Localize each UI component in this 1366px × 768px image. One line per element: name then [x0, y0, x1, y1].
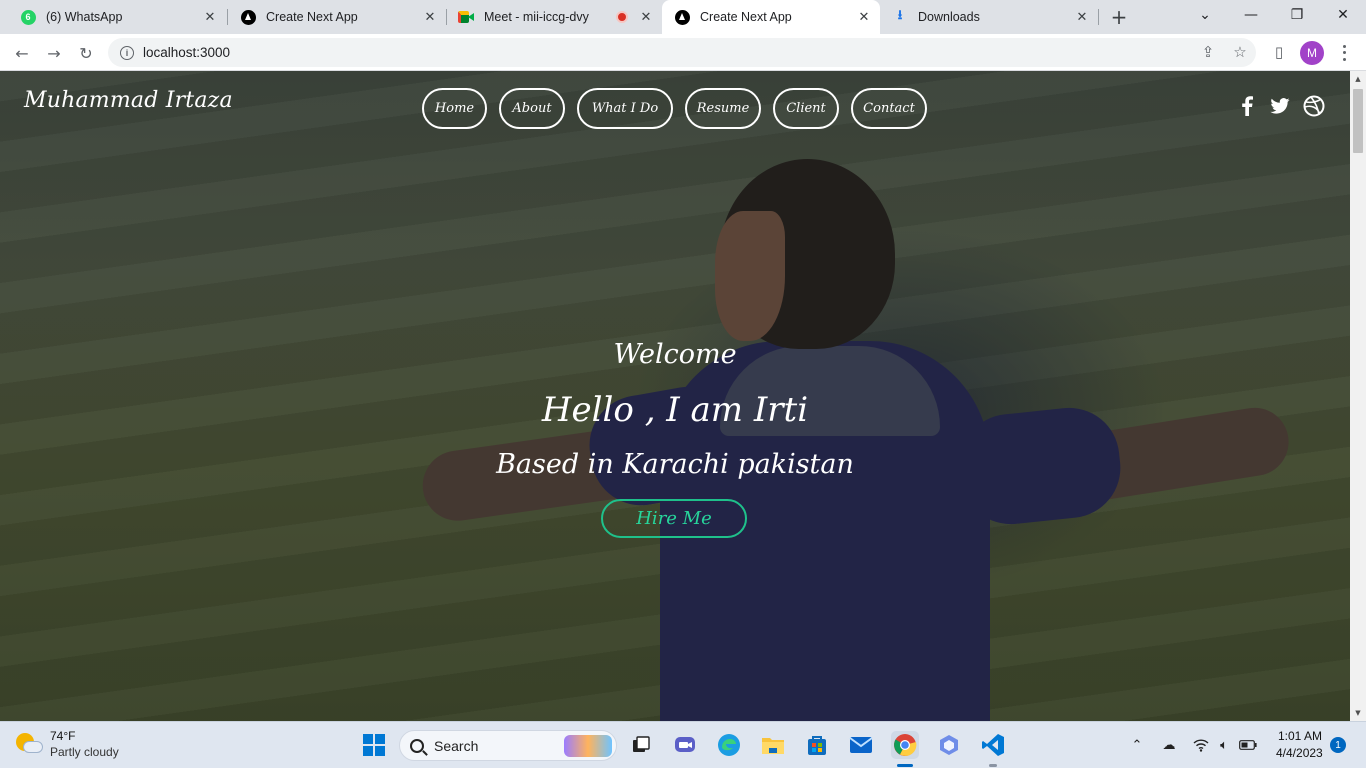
volume-icon[interactable]: 🔈︎ [1214, 735, 1234, 755]
reload-icon[interactable]: ↻ [74, 41, 98, 65]
start-button[interactable] [360, 731, 388, 759]
running-app-indicator [989, 764, 997, 767]
taskbar-date[interactable]: 4/4/2023 [1276, 746, 1323, 760]
download-icon: ⭳ [897, 7, 903, 22]
address-text[interactable]: localhost:3000 [143, 45, 230, 60]
tab-meet[interactable]: Meet - mii-iccg-dvy ✕ [446, 0, 662, 34]
close-icon[interactable]: ✕ [420, 7, 440, 27]
windows-logo-icon [363, 734, 385, 756]
tab-search-icon[interactable]: ⌄ [1182, 0, 1228, 30]
tab-title: Create Next App [700, 10, 792, 24]
whatsapp-icon: 6 [20, 9, 36, 25]
tab-title: Create Next App [266, 10, 358, 24]
info-icon[interactable]: i [120, 45, 134, 60]
tab-create-next-app-active[interactable]: Create Next App ✕ [662, 0, 880, 34]
tab-downloads[interactable]: ⭳ Downloads ✕ [880, 0, 1098, 34]
weather-condition[interactable]: Partly cloudy [50, 745, 119, 759]
google-meet-icon [458, 9, 474, 25]
chrome-icon[interactable] [891, 731, 919, 759]
page-viewport: Muhammad Irtaza Home About What I Do Res… [0, 71, 1350, 721]
close-window-button[interactable]: ✕ [1320, 0, 1366, 30]
search-placeholder: Search [434, 737, 479, 754]
battery-icon[interactable] [1238, 735, 1258, 755]
tab-divider [1098, 9, 1099, 25]
forward-icon[interactable]: → [42, 41, 66, 65]
bookmark-star-icon[interactable]: ☆ [1229, 41, 1251, 63]
weather-icon[interactable] [16, 731, 44, 759]
close-icon[interactable]: ✕ [200, 7, 220, 27]
windows-taskbar: 74°F Partly cloudy Search ⌃ ☁ 🔈︎ 1:01 AM… [0, 721, 1366, 768]
teams-chat-icon[interactable] [671, 731, 699, 759]
task-view-icon[interactable] [627, 731, 655, 759]
active-app-indicator [897, 764, 913, 767]
nav-home[interactable]: Home [422, 88, 487, 129]
taskbar-search[interactable]: Search [399, 730, 617, 761]
tab-title: Meet - mii-iccg-dvy [484, 10, 589, 24]
hero-welcome: Welcome [613, 339, 737, 370]
close-icon[interactable]: ✕ [636, 7, 656, 27]
back-icon[interactable]: ← [10, 41, 34, 65]
browser-toolbar: ← → ↻ i localhost:3000 ⇪ ☆ ▯ [0, 34, 1366, 71]
search-highlight-icon [564, 735, 612, 757]
vscode-icon[interactable] [979, 731, 1007, 759]
notification-badge[interactable]: 1 [1330, 737, 1346, 753]
minimize-button[interactable]: — [1228, 0, 1274, 30]
scroll-thumb[interactable] [1353, 89, 1363, 153]
dribbble-icon[interactable] [1302, 94, 1326, 118]
edge-icon[interactable] [715, 731, 743, 759]
scroll-up-icon[interactable]: ▲ [1353, 74, 1363, 84]
nav-about[interactable]: About [499, 88, 565, 129]
tab-title: (6) WhatsApp [46, 10, 123, 24]
search-icon [410, 738, 424, 753]
file-explorer-icon[interactable] [759, 731, 787, 759]
restore-button[interactable]: ❐ [1274, 0, 1320, 30]
close-icon[interactable]: ✕ [854, 7, 874, 27]
nav-resume[interactable]: Resume [685, 88, 761, 129]
weather-temp[interactable]: 74°F [50, 729, 75, 743]
hero-subheading: Based in Karachi pakistan [496, 449, 854, 480]
app-hexagon-icon[interactable] [935, 731, 963, 759]
tab-title: Downloads [918, 10, 980, 24]
share-icon[interactable]: ⇪ [1197, 41, 1219, 63]
profile-avatar[interactable]: M [1300, 41, 1324, 65]
site-nav: Home About What I Do Resume Client Conta… [0, 88, 1350, 130]
address-bar[interactable]: i localhost:3000 [108, 38, 1256, 67]
nav-client[interactable]: Client [773, 88, 839, 129]
close-icon[interactable]: ✕ [1072, 7, 1092, 27]
nav-what-i-do[interactable]: What I Do [577, 88, 673, 129]
scroll-down-icon[interactable]: ▼ [1353, 708, 1363, 718]
recording-icon [616, 11, 628, 23]
mail-icon[interactable] [847, 731, 875, 759]
new-tab-button[interactable]: + [1108, 5, 1130, 29]
nextjs-icon [240, 9, 256, 25]
nav-contact[interactable]: Contact [851, 88, 927, 129]
nextjs-icon [674, 9, 690, 25]
microsoft-store-icon[interactable] [803, 731, 831, 759]
page-scrollbar[interactable]: ▲ ▼ [1350, 71, 1366, 721]
menu-icon[interactable] [1336, 43, 1352, 63]
facebook-icon[interactable] [1235, 94, 1259, 118]
show-hidden-icons-icon[interactable]: ⌃ [1127, 735, 1147, 755]
taskbar-time[interactable]: 1:01 AM [1278, 729, 1322, 743]
tab-whatsapp[interactable]: 6 (6) WhatsApp ✕ [8, 0, 226, 34]
browser-tab-strip: 6 (6) WhatsApp ✕ Create Next App ✕ Meet … [0, 0, 1366, 34]
twitter-icon[interactable] [1268, 94, 1292, 118]
onedrive-icon[interactable]: ☁ [1159, 735, 1179, 755]
side-panel-icon[interactable]: ▯ [1268, 41, 1290, 63]
hero-heading: Hello , I am Irti [541, 390, 809, 430]
tab-create-next-app[interactable]: Create Next App ✕ [228, 0, 446, 34]
wifi-icon[interactable] [1191, 735, 1211, 755]
hire-me-button[interactable]: Hire Me [601, 499, 747, 538]
